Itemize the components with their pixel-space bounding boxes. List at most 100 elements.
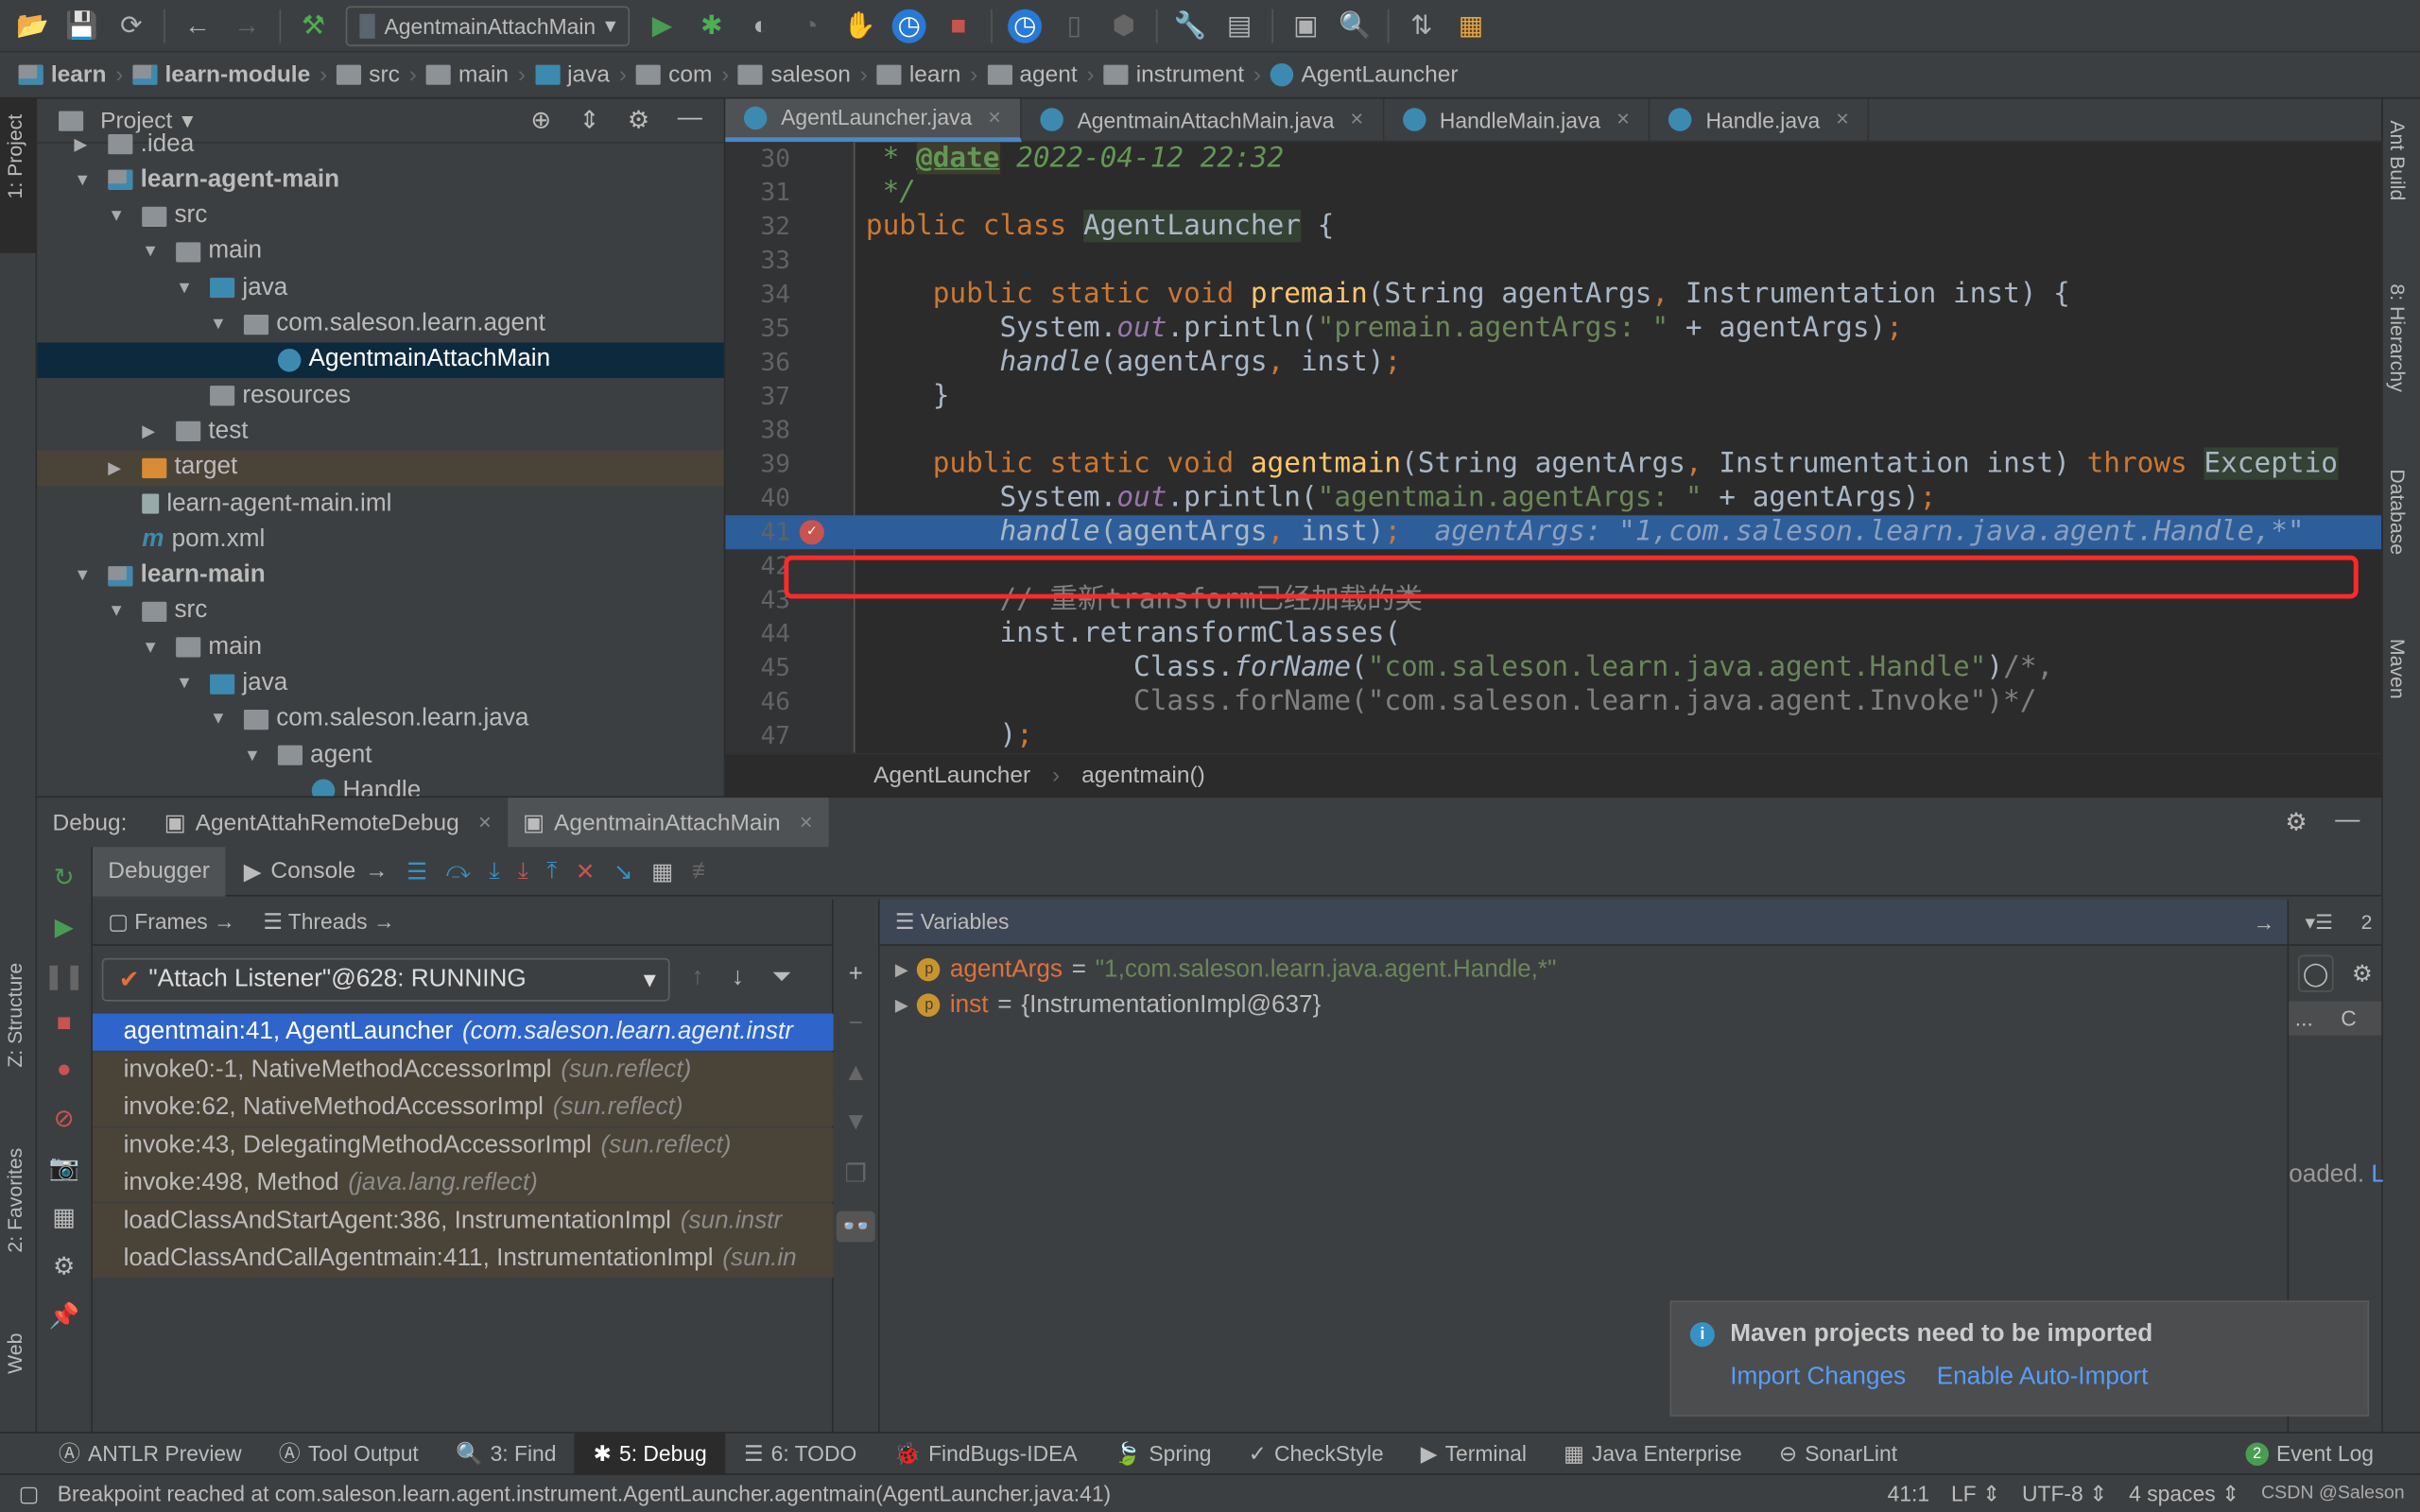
collapsed-arrow-icon[interactable]: ▶	[74, 134, 95, 155]
expand-arrow-icon[interactable]: ▶	[895, 995, 908, 1016]
enable-auto-import-link[interactable]: Enable Auto-Import	[1937, 1364, 2149, 1391]
close-icon[interactable]: ✕	[1350, 110, 1364, 130]
breadcrumb-item[interactable]: src	[336, 61, 400, 88]
breadcrumb-item[interactable]: learn	[18, 61, 107, 88]
search-box-icon[interactable]: ◯	[2298, 954, 2334, 992]
move-down-icon[interactable]: ▼	[843, 1109, 868, 1137]
tree-item[interactable]: learn-agent-main.iml	[37, 486, 724, 522]
mute-breakpoints-icon[interactable]: ⊘	[54, 1103, 75, 1134]
stripe-database[interactable]: Database	[2386, 469, 2409, 555]
tool-window-button[interactable]: ▶ Terminal	[1402, 1433, 1545, 1474]
expanded-arrow-icon[interactable]: ▼	[74, 171, 95, 190]
frame-up-icon[interactable]: ↑	[691, 964, 703, 991]
tree-item[interactable]: ▶ test	[37, 414, 724, 450]
file-encoding[interactable]: UTF-8 ⇕	[2022, 1481, 2107, 1507]
variable-row[interactable]: ▶ p agentArgs = "1,com.saleson.learn.java.ag…	[895, 952, 1556, 988]
breadcrumb-item[interactable]: AgentLauncher	[1270, 61, 1459, 88]
editor-tab[interactable]: AgentmainAttachMain.java ✕	[1022, 97, 1385, 142]
expanded-arrow-icon[interactable]: ▼	[142, 638, 164, 657]
close-icon[interactable]: ✕	[799, 813, 813, 833]
coverage-icon[interactable]: ◐	[744, 9, 778, 43]
tab-console[interactable]: ▶ Console →	[244, 857, 389, 885]
code-line[interactable]: 30 * @date 2022-04-12 22:32	[725, 142, 2381, 176]
add-watch-icon[interactable]: +	[849, 961, 863, 988]
code-line[interactable]: 45 Class.forName("com.saleson.learn.java…	[725, 651, 2381, 685]
camera-icon[interactable]: 📷	[48, 1153, 79, 1184]
resume-icon[interactable]: ▶	[55, 912, 74, 943]
column-header[interactable]: C	[2341, 1005, 2357, 1030]
rerun-icon[interactable]: ↻	[54, 863, 75, 894]
breadcrumb-item[interactable]: agent	[987, 61, 1078, 88]
speedometer-icon[interactable]: ◷	[891, 8, 926, 43]
tool-window-button[interactable]: ⊖ SonarLint	[1760, 1433, 1915, 1474]
move-up-icon[interactable]: ▲	[843, 1060, 868, 1088]
expanded-arrow-icon[interactable]: ▼	[74, 566, 95, 585]
code-line[interactable]: 34 public static void premain(String age…	[725, 278, 2381, 312]
close-icon[interactable]: ✕	[1836, 110, 1850, 130]
filter-icon[interactable]: ⏷	[771, 964, 791, 991]
remove-watch-icon[interactable]: −	[849, 1010, 863, 1038]
force-step-into-icon[interactable]: ⤓	[518, 858, 528, 885]
tree-item[interactable]: ▼ src	[37, 593, 724, 629]
forward-icon[interactable]: →	[230, 9, 264, 43]
tab-frames[interactable]: ▢ Frames →	[108, 909, 235, 936]
device-icon[interactable]: ▯	[1057, 9, 1091, 43]
tree-item[interactable]: ▼ learn-agent-main	[37, 163, 724, 198]
list-icon[interactable]: ▾☰	[2305, 909, 2333, 934]
view-breakpoints-icon[interactable]: ●	[57, 1057, 72, 1084]
step-over-icon[interactable]: ⤼	[446, 858, 471, 885]
run-icon[interactable]: ▶	[645, 9, 679, 43]
code-line[interactable]: 40 System.out.println("agentmain.agentAr…	[725, 481, 2381, 515]
pin-arrow-icon[interactable]: →	[2254, 909, 2275, 934]
code-line[interactable]: 31 */	[725, 176, 2381, 210]
collapsed-arrow-icon[interactable]: ▶	[142, 421, 164, 442]
editor-tab[interactable]: AgentLauncher.java ✕	[725, 97, 1022, 142]
tool-window-button[interactable]: Ⓐ ANTLR Preview	[40, 1433, 260, 1474]
tool-window-button[interactable]: ✱ 5: Debug	[575, 1432, 726, 1474]
tree-item[interactable]: ▶ .idea	[37, 127, 724, 163]
breadcrumb-item[interactable]: learn-module	[132, 61, 310, 88]
tree-item[interactable]: resources	[37, 378, 724, 414]
terminal-window-icon[interactable]: ▣	[1288, 9, 1322, 43]
debug-bug-icon[interactable]: ✱	[695, 9, 729, 43]
expanded-arrow-icon[interactable]: ▼	[176, 279, 198, 298]
stripe-structure[interactable]: Z: Structure	[3, 963, 26, 1068]
caret-position[interactable]: 41:1	[1888, 1481, 1929, 1507]
breakpoint-icon[interactable]: ✓	[799, 520, 824, 545]
code-line[interactable]: 39 public static void agentmain(String a…	[725, 447, 2381, 481]
collapsed-arrow-icon[interactable]: ▶	[108, 457, 130, 478]
wrench-icon[interactable]: 🔧	[1173, 9, 1207, 43]
stripe-hierarchy[interactable]: 8: Hierarchy	[2386, 284, 2409, 391]
debug-session-tab[interactable]: ▣ AgentAttahRemoteDebug ✕	[148, 798, 507, 847]
stack-frame[interactable]: invoke:62, NativeMethodAccessorImpl (sun.…	[92, 1089, 834, 1126]
stack-frame[interactable]: invoke:43, DelegatingMethodAccessorImpl (…	[92, 1126, 834, 1164]
tool-window-button[interactable]: Ⓐ Tool Output	[260, 1433, 437, 1474]
close-icon[interactable]: ✕	[477, 813, 492, 833]
tree-item[interactable]: ▼ agent	[37, 738, 724, 774]
toggle-tool-windows-icon[interactable]: ▢	[19, 1481, 40, 1507]
stripe-project[interactable]: 1: Project	[3, 114, 26, 199]
expanded-arrow-icon[interactable]: ▼	[108, 207, 130, 226]
glasses-icon[interactable]: 👓	[836, 1211, 876, 1243]
tree-item[interactable]: ▼ main	[37, 234, 724, 270]
stack-frame[interactable]: invoke:498, Method (java.lang.reflect)	[92, 1164, 834, 1202]
pause-icon[interactable]: ❚❚	[43, 961, 85, 992]
breadcrumb-item[interactable]: instrument	[1103, 61, 1244, 88]
expand-arrow-icon[interactable]: ▶	[895, 960, 908, 980]
tree-item[interactable]: ▼ learn-main	[37, 558, 724, 593]
expanded-arrow-icon[interactable]: ▼	[108, 602, 130, 621]
minimize-icon[interactable]: —	[2335, 807, 2360, 838]
breadcrumb-item[interactable]: learn	[876, 61, 960, 88]
breadcrumb-item[interactable]: com	[635, 61, 712, 88]
debug-session-tab[interactable]: ▣ AgentmainAttachMain ✕	[507, 798, 829, 848]
vcs-icon[interactable]: ⇅	[1405, 9, 1439, 43]
sdk-icon[interactable]: ⬢	[1107, 9, 1141, 43]
code-line[interactable]: 47 );	[725, 719, 2381, 753]
gear-icon[interactable]: ⚙	[2285, 807, 2307, 838]
import-changes-link[interactable]: Import Changes	[1730, 1364, 1906, 1391]
tree-item[interactable]: ▼ com.saleson.learn.java	[37, 702, 724, 738]
event-log-button[interactable]: 2 Event Log	[2227, 1433, 2393, 1474]
code-line[interactable]: 46 Class.forName("com.saleson.learn.java…	[725, 685, 2381, 719]
tab-debugger[interactable]: Debugger	[92, 846, 226, 896]
settings-icon[interactable]: ⚙	[53, 1251, 75, 1282]
